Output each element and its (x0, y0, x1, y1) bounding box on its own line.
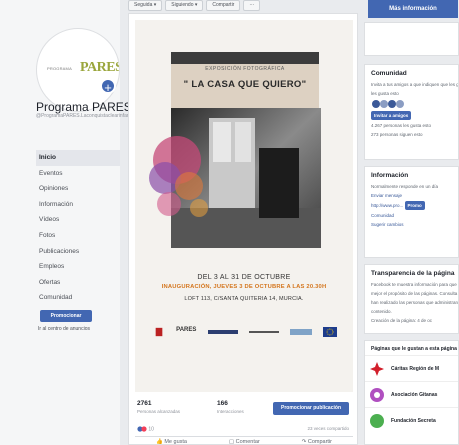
transparency-text-4: contenido. (371, 309, 392, 314)
nav-item-comunidad[interactable]: Comunidad (36, 290, 120, 306)
comment-button[interactable]: ▢ Comentar (229, 437, 260, 445)
send-message-link[interactable]: Enviar mensaje (365, 191, 458, 200)
logo-small-text: PROGRAMA (47, 66, 72, 71)
add-photo-icon[interactable]: + (100, 78, 116, 95)
reaction-icons (137, 426, 147, 432)
website-link[interactable]: http://www.pro... (371, 203, 403, 208)
community-title: Comunidad (371, 70, 407, 77)
logo-big-text: PARES (80, 60, 120, 75)
comment-label: Comentar (235, 439, 260, 445)
liked-button[interactable]: Seguida ▾ (128, 0, 163, 11)
poster-subtitle: EXPOSICIÓN FOTOGRÁFICA (205, 66, 285, 72)
liked-page-name: Fundación Secreta (391, 417, 436, 424)
interactions-count: 166 (217, 400, 228, 407)
nav-item-publicaciones[interactable]: Publicaciones (36, 244, 120, 260)
like-label: Me gusta (164, 439, 187, 445)
nav-item-fotos[interactable]: Fotos (36, 228, 120, 244)
page-title: Programa PARES (36, 100, 132, 114)
poster-location: LOFT 113, C/SANTA QUITERIA 14, MURCIA. (184, 296, 304, 302)
total-followers[interactable]: 273 personas siguen esto (365, 130, 458, 139)
comment-icon: ▢ (228, 439, 236, 445)
reached-count: 2761 (137, 400, 152, 407)
reactions-summary[interactable]: 10 (137, 426, 154, 432)
transparency-text-2: mejor el propósito de las páginas. Consu… (371, 291, 458, 296)
reached-label: Personas alcanzadas (137, 409, 181, 414)
suggest-edits-link[interactable]: Sugerir cambios (365, 220, 458, 229)
following-button[interactable]: Siguiendo ▾ (165, 0, 204, 11)
sponsor-logos: PARES (153, 322, 337, 342)
fundacion-logo-icon (370, 413, 384, 428)
liked-page-name: Cáritas Región de M (391, 365, 440, 372)
nav-item-empleos[interactable]: Empleos (36, 259, 120, 275)
friend-avatars-icon (372, 100, 404, 108)
ads-center-link[interactable]: Ir al centro de anuncios (38, 326, 90, 332)
promote-post-button[interactable]: Promocionar publicación (273, 402, 349, 415)
region-murcia-logo (155, 327, 163, 337)
left-column: PROGRAMA PARES + Programa PARES @Program… (0, 0, 174, 445)
pares-sponsor-logo: PARES (176, 327, 197, 333)
category-link[interactable]: Comunidad (365, 211, 458, 220)
invite-friends-button[interactable]: Invitar a amigos (371, 111, 412, 120)
caritas-logo-icon (370, 361, 384, 376)
share-label: Compartir (307, 439, 332, 445)
sponsor-logo-3 (207, 330, 238, 334)
eu-flag-logo (322, 327, 337, 337)
poster-dark-band (171, 52, 319, 64)
page-handle[interactable]: @ProgramaPARES.Laconquistaclearinfanfami… (36, 113, 174, 119)
page-creation-date: Creación de la página: 4 de oc (371, 318, 433, 323)
transparency-title: Transparencia de la página (371, 270, 455, 277)
poster-inauguration: INAUGURACIÓN, JUEVES 3 DE OCTUBRE A LAS … (161, 284, 327, 290)
more-info-button[interactable]: Más información (368, 0, 458, 18)
poster-title: " LA CASA QUE QUIERO" (183, 79, 307, 90)
more-button[interactable]: ··· (243, 0, 261, 11)
right-column: Más información Comunidad Invita a tus a… (364, 0, 459, 445)
community-likes-text: les gusta esto (371, 91, 399, 96)
page-nav: Inicio Eventos Opiniones Información Víd… (36, 150, 120, 306)
info-title: Información (371, 172, 409, 179)
like-button[interactable]: 👍 Me gusta (156, 437, 187, 445)
page-action-bar: Seguida ▾ Siguiendo ▾ Compartir ··· (128, 0, 358, 12)
reactions-count: 10 (148, 426, 154, 433)
interactions-label: Interacciones (217, 409, 244, 414)
sponsor-logo-4 (248, 331, 279, 333)
transparency-box: Transparencia de la página Facebook te m… (364, 264, 459, 334)
liked-page-name: Asociación Gitanas (391, 391, 438, 398)
liked-pages-title: Páginas que le gustan a esta página (371, 346, 457, 352)
liked-pages-box: Páginas que le gustan a esta página Cári… (364, 340, 459, 445)
asociacion-gitanas-logo-icon (370, 387, 384, 402)
share-post-button[interactable]: ↷ Compartir (302, 437, 332, 445)
nav-item-ofertas[interactable]: Ofertas (36, 275, 120, 291)
info-box: Información Normalmente responde en un d… (364, 166, 459, 258)
liked-page-item[interactable]: Cáritas Región de M (365, 355, 458, 381)
composer-box[interactable] (364, 22, 459, 56)
event-poster-image[interactable]: EXPOSICIÓN FOTOGRÁFICA " LA CASA QUE QUI… (135, 20, 353, 392)
nav-item-opiniones[interactable]: Opiniones (36, 181, 120, 197)
friend-avatars (365, 98, 458, 110)
share-button[interactable]: Compartir (206, 0, 241, 11)
response-time: Normalmente responde en un día (371, 184, 439, 189)
transparency-text-1: Facebook te muestra información para que (371, 282, 457, 287)
total-likes[interactable]: 4.267 personas les gusta esto (365, 121, 458, 130)
liked-page-item[interactable]: Asociación Gitanas (365, 381, 458, 407)
post-card: EXPOSICIÓN FOTOGRÁFICA " LA CASA QUE QUI… (128, 13, 358, 445)
nav-item-inicio[interactable]: Inicio (36, 150, 120, 166)
community-invite-text: Invita a tus amigos a que indiquen que l… (371, 82, 459, 87)
transparency-text-3: han realizado las personas que administr… (371, 300, 459, 305)
nav-item-eventos[interactable]: Eventos (36, 166, 120, 182)
promote-website-button[interactable]: Promo (404, 201, 425, 210)
post-insights: 2761 Personas alcanzadas 166 Interaccion… (135, 400, 353, 424)
promote-button[interactable]: Promocionar (40, 310, 92, 322)
poster-photo (149, 108, 337, 260)
shares-count[interactable]: 23 veces compartido (307, 426, 349, 431)
nav-item-informacion[interactable]: Información (36, 197, 120, 213)
community-box: Comunidad Invita a tus amigos a que indi… (364, 64, 459, 160)
post-actions: 👍 Me gusta ▢ Comentar ↷ Compartir (135, 436, 353, 445)
sponsor-logo-5 (289, 329, 312, 335)
poster-dates: DEL 3 AL 31 DE OCTUBRE (197, 274, 291, 281)
liked-page-item[interactable]: Fundación Secreta (365, 407, 458, 433)
nav-item-videos[interactable]: Vídeos (36, 212, 120, 228)
